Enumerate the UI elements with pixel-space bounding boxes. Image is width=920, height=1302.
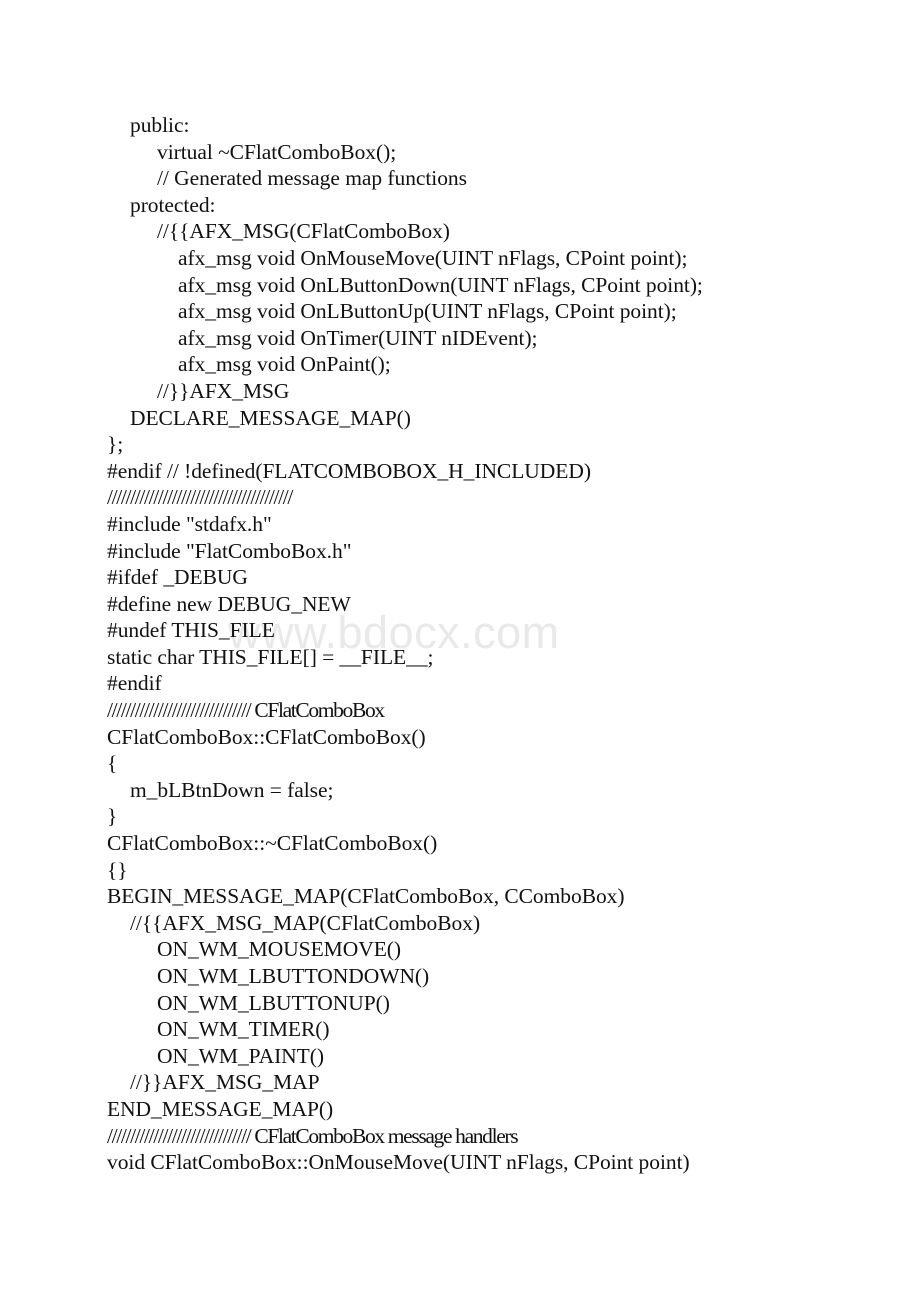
code-line: #define new DEBUG_NEW [107, 591, 351, 616]
code-line: }; [107, 432, 124, 457]
code-line: CFlatComboBox::CFlatComboBox() [107, 724, 426, 749]
code-listing: public: virtual ~CFlatComboBox();// Gener… [107, 112, 897, 1176]
code-line: afx_msg void OnLButtonDown(UINT nFlags, … [178, 272, 703, 297]
code-line: ON_WM_LBUTTONDOWN() [157, 964, 430, 988]
code-line: afx_msg void OnTimer(UINT nIDEvent); [178, 325, 538, 350]
code-line: //}}AFX_MSG_MAP [130, 1070, 320, 1095]
code-line: { [107, 751, 118, 776]
code-line: // Generated message map functions [157, 166, 467, 191]
code-line: //}}AFX_MSG [157, 378, 290, 403]
code-line: #endif // !defined(FLATCOMBOBOX_H_INCLUD… [107, 458, 591, 483]
code-line: public: [130, 113, 190, 137]
code-line: DECLARE_MESSAGE_MAP() [130, 405, 411, 430]
code-line: #endif [107, 671, 162, 696]
code-line: } [107, 804, 118, 829]
code-line: #include "FlatComboBox.h" [107, 538, 352, 563]
code-line: //{{AFX_MSG(CFlatComboBox) [157, 219, 450, 244]
code-line: ON_WM_LBUTTONUP() [157, 990, 390, 1015]
code-line: afx_msg void OnPaint(); [178, 352, 391, 377]
code-line: END_MESSAGE_MAP() [107, 1096, 334, 1121]
code-line: protected: [130, 192, 216, 217]
code-line: //////////////////////////////////////// [107, 485, 293, 510]
code-line: #include "stdafx.h" [107, 511, 272, 536]
code-line: /////////////////////////////// CFlatCom… [107, 1123, 519, 1148]
code-line: {} [107, 857, 128, 882]
code-line: #undef THIS_FILE [107, 618, 275, 643]
code-line: //{{AFX_MSG_MAP(CFlatComboBox) [130, 910, 481, 935]
code-line: void CFlatComboBox::OnMouseMove(UINT nFl… [107, 1150, 690, 1175]
code-line: CFlatComboBox::~CFlatComboBox() [107, 831, 438, 856]
code-line: ON_WM_MOUSEMOVE() [157, 937, 401, 962]
code-line: ON_WM_TIMER() [157, 1017, 330, 1042]
code-line: m_bLBtnDown = false; [130, 777, 334, 802]
code-line: #ifdef _DEBUG [107, 565, 248, 590]
code-line: ON_WM_PAINT() [157, 1043, 324, 1068]
code-line: afx_msg void OnMouseMove(UINT nFlags, CP… [178, 245, 688, 270]
document-page: www.bdocx.com public: virtual ~CFlatCombo… [0, 0, 920, 1302]
code-line: afx_msg void OnLButtonUp(UINT nFlags, CP… [178, 299, 677, 324]
code-line: virtual ~CFlatComboBox(); [157, 139, 397, 164]
code-line: BEGIN_MESSAGE_MAP(CFlatComboBox, CComboB… [107, 884, 625, 909]
code-line: static char THIS_FILE[] = __FILE__; [107, 644, 434, 669]
code-line: /////////////////////////////// CFlatCom… [107, 698, 385, 723]
